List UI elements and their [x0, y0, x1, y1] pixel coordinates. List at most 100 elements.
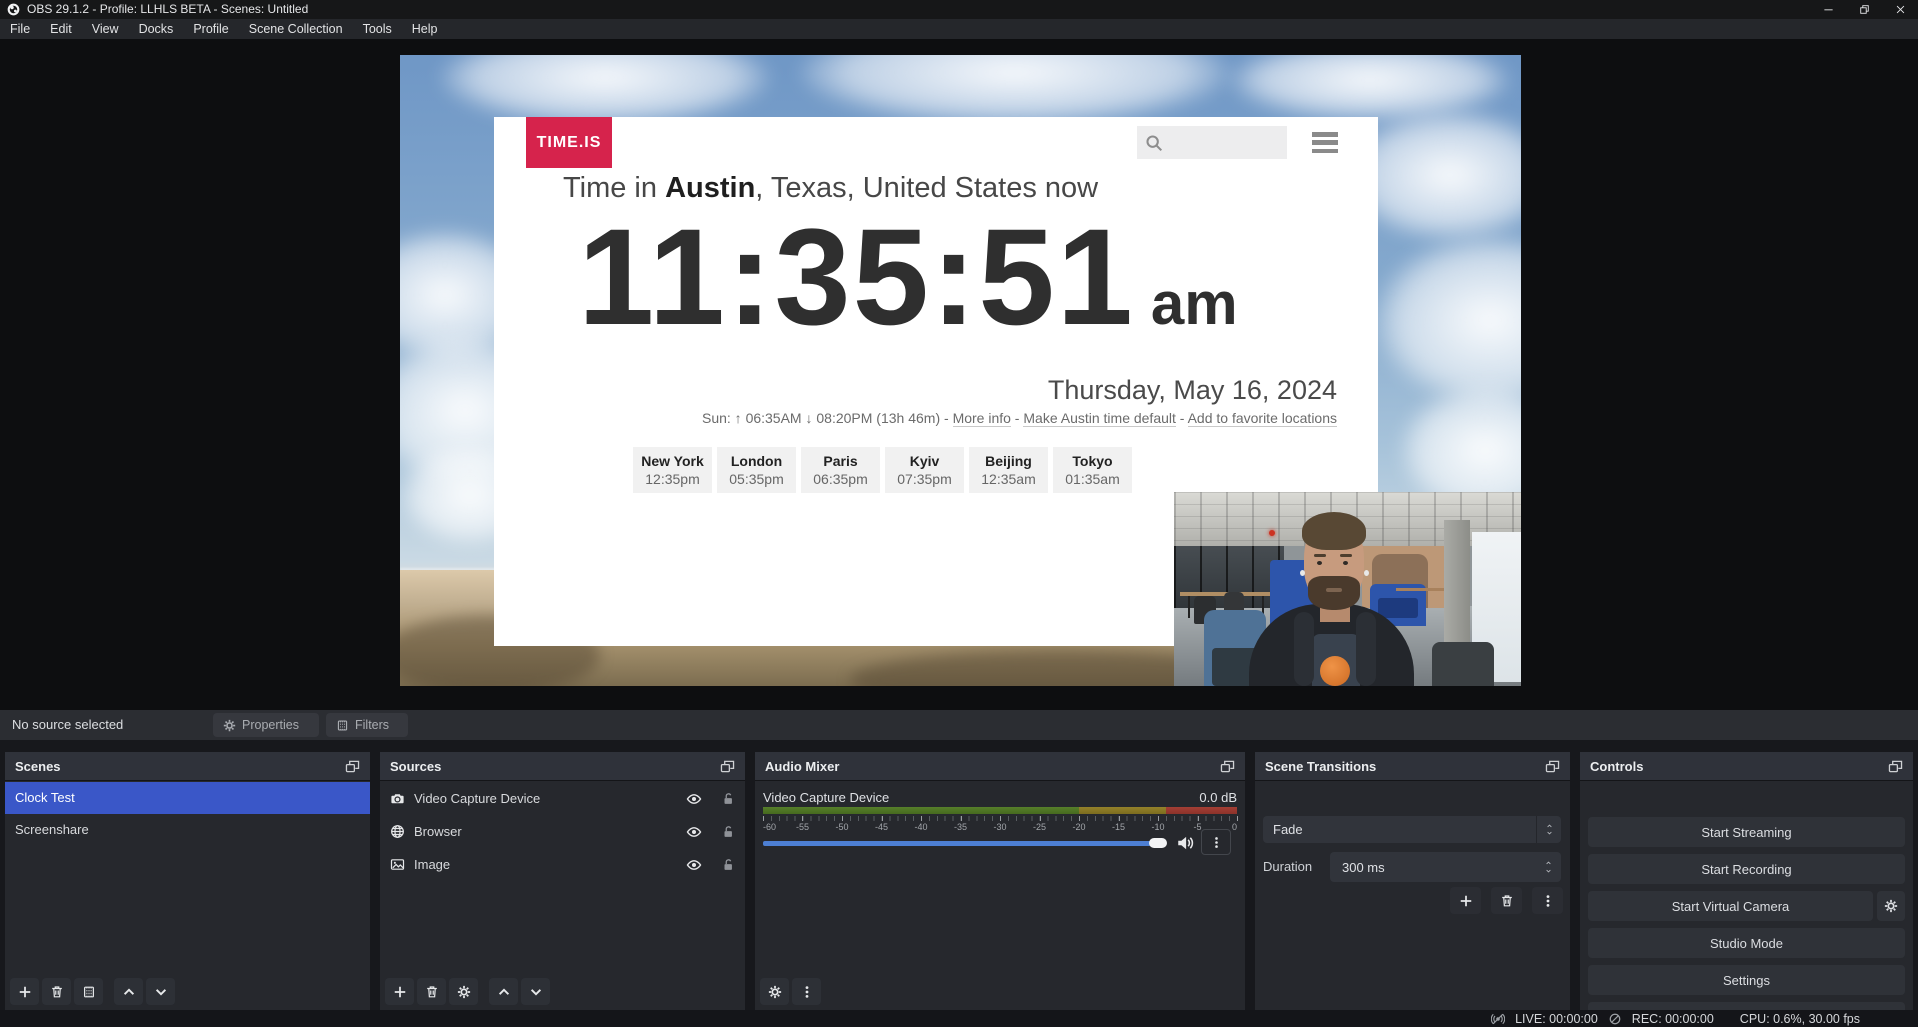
menu-file[interactable]: File: [0, 19, 40, 39]
start-streaming-button[interactable]: Start Streaming: [1588, 817, 1905, 847]
source-move-down-button[interactable]: [521, 978, 550, 1005]
visibility-eye-icon[interactable]: [686, 791, 702, 807]
menu-help[interactable]: Help: [402, 19, 448, 39]
start-virtual-camera-button[interactable]: Start Virtual Camera: [1588, 891, 1873, 921]
city-card[interactable]: Paris06:35pm: [801, 447, 880, 493]
person-shirt-logo: [1320, 656, 1350, 686]
city-card[interactable]: New York12:35pm: [633, 447, 712, 493]
sources-header[interactable]: Sources: [380, 752, 745, 781]
popout-icon[interactable]: [1220, 760, 1235, 773]
timeis-logo[interactable]: TIME.IS: [526, 117, 612, 168]
mixer-header[interactable]: Audio Mixer: [755, 752, 1245, 781]
minimize-button[interactable]: [1810, 0, 1846, 19]
make-default-link[interactable]: Make Austin time default: [1023, 410, 1176, 427]
unlock-icon[interactable]: [721, 825, 735, 839]
webcam-overlay[interactable]: [1174, 492, 1521, 686]
remove-scene-button[interactable]: [42, 978, 71, 1005]
transition-options-button[interactable]: [1532, 887, 1563, 914]
person-eye: [1343, 561, 1348, 565]
controls-header[interactable]: Controls: [1580, 752, 1913, 781]
menu-docks[interactable]: Docks: [129, 19, 184, 39]
controls-body: Start Streaming Start Recording Start Vi…: [1580, 782, 1913, 1010]
source-item-image[interactable]: Image: [380, 848, 745, 881]
source-move-up-button[interactable]: [489, 978, 518, 1005]
visibility-eye-icon[interactable]: [686, 824, 702, 840]
add-favorite-link[interactable]: Add to favorite locations: [1188, 410, 1337, 427]
advanced-audio-button[interactable]: [760, 978, 789, 1005]
time-digits: 11:35:51: [578, 209, 1135, 346]
meter-green: [763, 807, 1079, 814]
menu-edit[interactable]: Edit: [40, 19, 82, 39]
chevron-down-icon: [154, 985, 168, 999]
studio-mode-button[interactable]: Studio Mode: [1588, 928, 1905, 958]
properties-button[interactable]: Properties: [213, 713, 319, 737]
remove-transition-button[interactable]: [1491, 887, 1522, 914]
popout-icon[interactable]: [345, 760, 360, 773]
volume-meter: [763, 807, 1237, 814]
popout-icon[interactable]: [720, 760, 735, 773]
tick-label: -25: [1033, 822, 1046, 832]
search-input[interactable]: [1137, 126, 1287, 159]
unlock-icon[interactable]: [721, 858, 735, 872]
transitions-header[interactable]: Scene Transitions: [1255, 752, 1570, 781]
filters-button[interactable]: Filters: [326, 713, 408, 737]
spinner-chevrons-icon[interactable]: [1535, 860, 1561, 874]
mixer-tick-labels: -60-55-50-45-40-35-30-25-20-15-10-50: [763, 822, 1237, 833]
city-card[interactable]: Beijing12:35am: [969, 447, 1048, 493]
scenes-header[interactable]: Scenes: [5, 752, 370, 781]
more-info-link[interactable]: More info: [953, 410, 1011, 427]
gear-icon: [223, 719, 236, 732]
popout-icon[interactable]: [1888, 760, 1903, 773]
popout-icon[interactable]: [1545, 760, 1560, 773]
source-properties-button[interactable]: [449, 978, 478, 1005]
scene-filters-button[interactable]: [74, 978, 103, 1005]
add-source-button[interactable]: [385, 978, 414, 1005]
visibility-eye-icon[interactable]: [686, 857, 702, 873]
remove-source-button[interactable]: [417, 978, 446, 1005]
start-recording-button[interactable]: Start Recording: [1588, 854, 1905, 884]
hamburger-menu-icon[interactable]: [1312, 132, 1338, 153]
city-card[interactable]: Tokyo01:35am: [1053, 447, 1132, 493]
obs-logo-icon: [7, 3, 20, 16]
scene-move-up-button[interactable]: [114, 978, 143, 1005]
channel-options-button[interactable]: [1201, 829, 1231, 855]
selection-status: No source selected: [12, 710, 123, 740]
scene-item-screenshare[interactable]: Screenshare: [5, 814, 370, 846]
restore-button[interactable]: [1846, 0, 1882, 19]
preview-canvas[interactable]: TIME.IS Time in Austin, Texas, United St…: [400, 55, 1521, 686]
scenes-panel: Scenes Clock Test Screenshare: [5, 752, 370, 1010]
trash-icon: [1500, 894, 1514, 908]
scene-item-clock-test[interactable]: Clock Test: [5, 782, 370, 814]
city-card[interactable]: London05:35pm: [717, 447, 796, 493]
transition-select[interactable]: Fade: [1263, 816, 1561, 843]
scene-move-down-button[interactable]: [146, 978, 175, 1005]
settings-button[interactable]: Settings: [1588, 965, 1905, 995]
source-item-video-capture[interactable]: Video Capture Device: [380, 782, 745, 815]
transitions-toolbar: [1450, 887, 1563, 914]
menu-scene-collection[interactable]: Scene Collection: [239, 19, 353, 39]
tick-mark: [1000, 816, 1001, 821]
wc-chair-right: [1432, 642, 1494, 686]
volume-slider-handle[interactable]: [1149, 838, 1167, 848]
duration-spinner[interactable]: 300 ms: [1330, 852, 1561, 882]
add-transition-button[interactable]: [1450, 887, 1481, 914]
virtual-camera-settings-button[interactable]: [1877, 891, 1905, 921]
city-card[interactable]: Kyiv07:35pm: [885, 447, 964, 493]
tick-label: -60: [763, 822, 776, 832]
live-off-icon: [1491, 1012, 1505, 1026]
cloud: [800, 55, 1230, 125]
menu-profile[interactable]: Profile: [183, 19, 238, 39]
menu-view[interactable]: View: [82, 19, 129, 39]
sun-info-line: Sun: ↑ 06:35AM ↓ 08:20PM (13h 46m) - Mor…: [702, 410, 1337, 426]
menu-tools[interactable]: Tools: [353, 19, 402, 39]
mixer-options-button[interactable]: [792, 978, 821, 1005]
wc-far-table: [1396, 588, 1444, 591]
speaker-icon[interactable]: [1176, 834, 1194, 852]
volume-slider[interactable]: [763, 841, 1153, 846]
rec-timer: REC: 00:00:00: [1632, 1012, 1714, 1026]
source-item-browser[interactable]: Browser: [380, 815, 745, 848]
time-meridiem: am: [1151, 269, 1238, 338]
close-button[interactable]: [1882, 0, 1918, 19]
add-scene-button[interactable]: [10, 978, 39, 1005]
unlock-icon[interactable]: [721, 792, 735, 806]
